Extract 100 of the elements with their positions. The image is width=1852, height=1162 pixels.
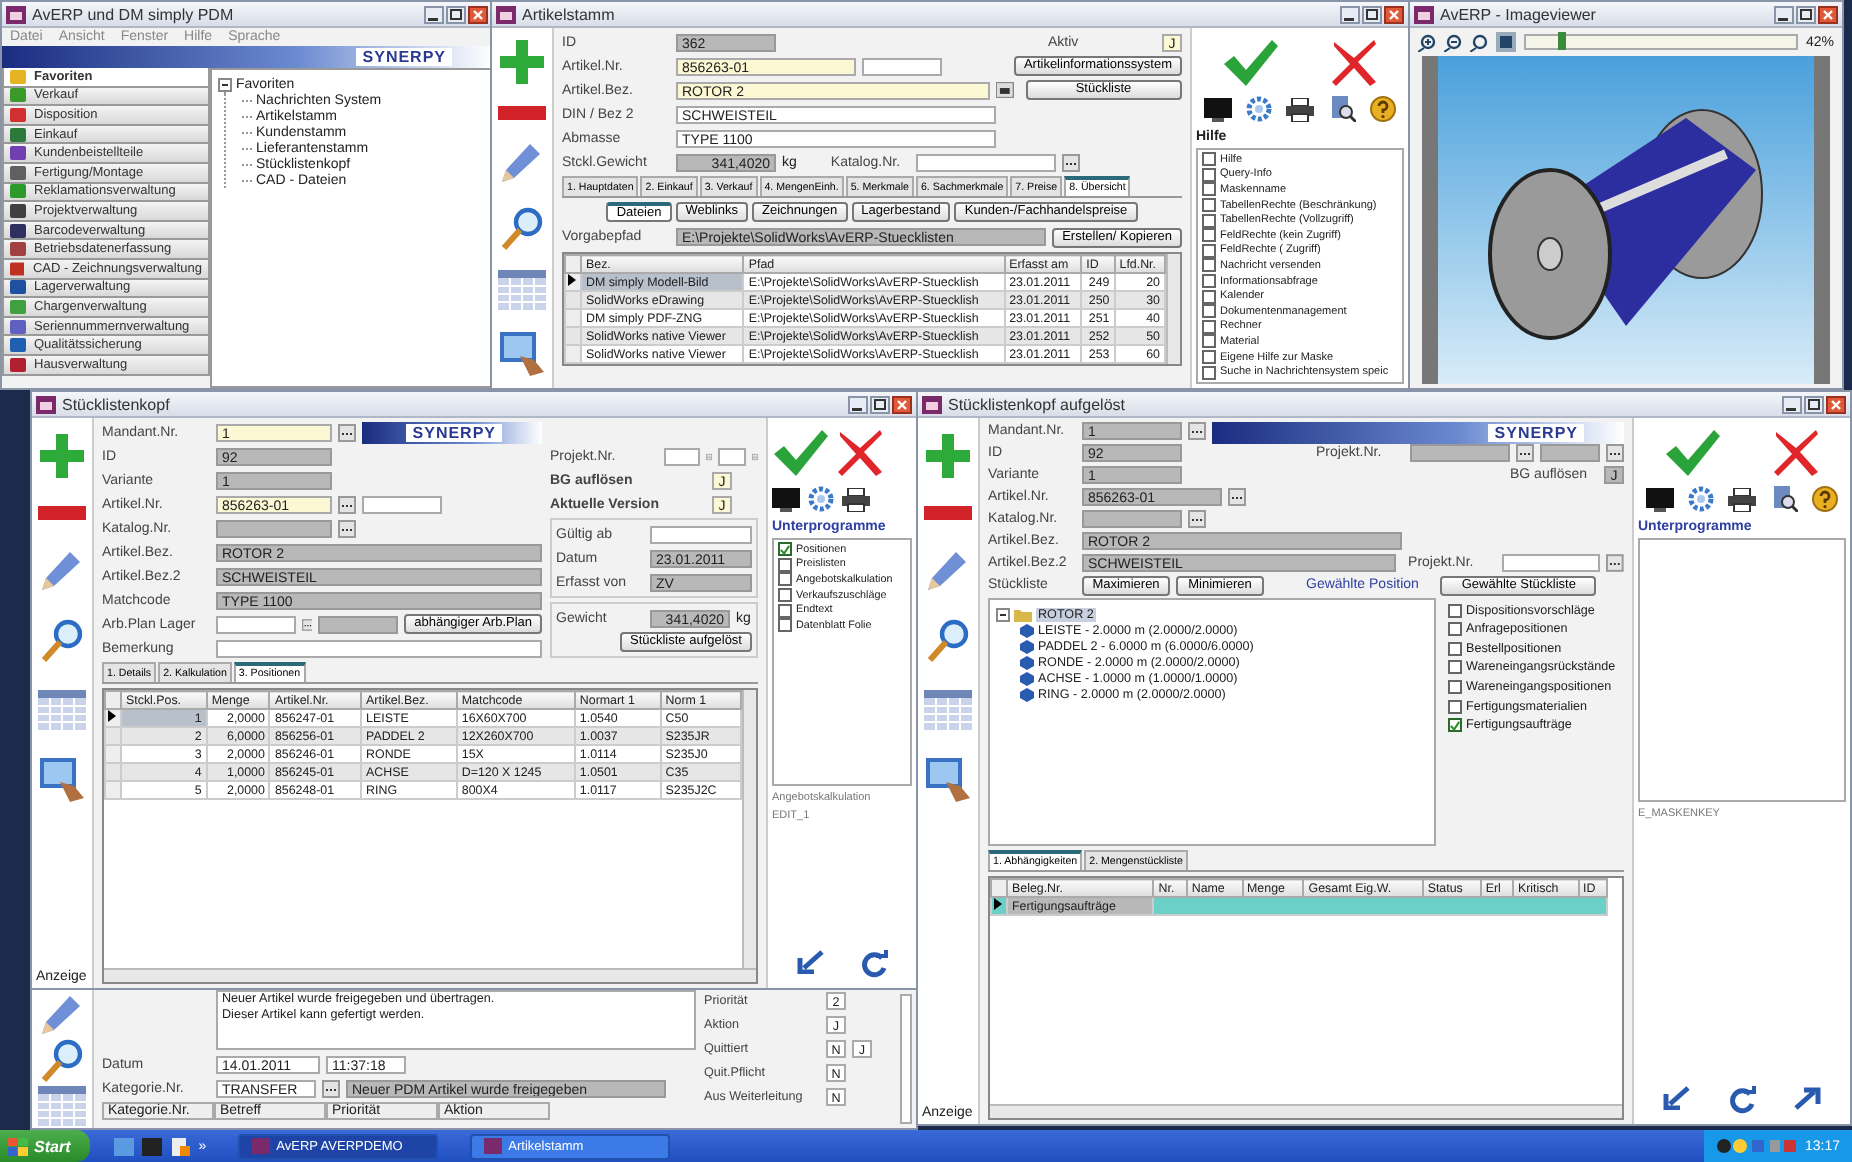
search-icon[interactable] xyxy=(40,1038,84,1083)
maximize-icon[interactable] xyxy=(870,395,890,413)
checkbox[interactable] xyxy=(1202,182,1216,197)
text-field[interactable] xyxy=(650,525,752,543)
minimize-icon[interactable] xyxy=(1782,395,1802,413)
tray-icons[interactable] xyxy=(1716,1138,1797,1154)
gear-icon[interactable] xyxy=(1688,486,1715,512)
lookup-button[interactable] xyxy=(322,1079,340,1097)
text-field[interactable] xyxy=(1540,444,1600,463)
pencil-icon[interactable] xyxy=(40,991,84,1036)
document-icon[interactable] xyxy=(170,1137,191,1155)
checkbox[interactable] xyxy=(1202,319,1216,334)
pencil-icon[interactable] xyxy=(500,140,544,185)
maximize-icon[interactable] xyxy=(1804,395,1824,413)
collapse-icon[interactable] xyxy=(218,77,232,91)
checkbox[interactable] xyxy=(1448,603,1462,618)
text-field[interactable] xyxy=(216,615,296,633)
maximize-icon[interactable] xyxy=(1796,5,1816,23)
minimize-icon[interactable] xyxy=(848,395,868,413)
monitor-hand-icon[interactable] xyxy=(924,756,972,805)
checkbox[interactable] xyxy=(778,603,792,618)
checkbox[interactable] xyxy=(1448,622,1462,637)
checkbox[interactable] xyxy=(778,618,792,633)
close-icon[interactable] xyxy=(1826,395,1846,413)
text-field[interactable] xyxy=(216,519,332,537)
monitor-icon[interactable] xyxy=(772,487,800,511)
zoom-in-icon[interactable] xyxy=(1418,33,1436,51)
lookup-button[interactable] xyxy=(1516,444,1534,463)
close-icon[interactable] xyxy=(468,5,488,23)
maximize-icon[interactable] xyxy=(446,5,466,23)
text-field[interactable] xyxy=(1410,444,1510,463)
pencil-icon[interactable] xyxy=(40,547,84,592)
checkbox[interactable] xyxy=(1202,258,1216,273)
cancel-icon[interactable] xyxy=(1330,38,1378,86)
printer-icon[interactable] xyxy=(1286,97,1315,121)
calendar-icon[interactable] xyxy=(498,269,546,310)
text-field[interactable] xyxy=(216,639,542,657)
calendar-icon[interactable] xyxy=(38,1086,86,1127)
monitor-icon[interactable] xyxy=(1203,97,1232,121)
zoom-icon[interactable] xyxy=(1470,33,1488,51)
search-icon[interactable] xyxy=(40,618,84,663)
scrollbar[interactable] xyxy=(1166,254,1180,364)
checkbox[interactable] xyxy=(778,588,792,603)
back-arrow-icon[interactable] xyxy=(796,950,824,974)
monitor-hand-icon[interactable] xyxy=(38,756,86,805)
help-icon[interactable] xyxy=(1812,486,1839,512)
console-icon[interactable] xyxy=(142,1137,163,1155)
checkbox[interactable] xyxy=(778,557,792,572)
confirm-icon[interactable] xyxy=(1222,38,1278,86)
text-field[interactable] xyxy=(916,153,1057,171)
slider-thumb[interactable] xyxy=(1558,32,1567,50)
close-icon[interactable] xyxy=(1384,5,1404,23)
document-search-icon[interactable] xyxy=(1329,96,1356,122)
zoom-out-icon[interactable] xyxy=(1444,33,1462,51)
search-icon[interactable] xyxy=(926,618,970,663)
calendar-icon[interactable] xyxy=(38,689,86,730)
forward-arrow-icon[interactable] xyxy=(1793,1086,1822,1110)
lookup-button[interactable] xyxy=(1228,488,1246,507)
checkbox[interactable] xyxy=(1448,718,1462,733)
maximize-icon[interactable] xyxy=(1362,5,1382,23)
remove-icon[interactable] xyxy=(498,106,546,121)
minimize-icon[interactable] xyxy=(1774,5,1794,23)
calendar-icon[interactable] xyxy=(924,689,972,730)
start-button[interactable]: Start xyxy=(0,1130,91,1162)
search-icon[interactable] xyxy=(500,205,544,250)
checkbox[interactable] xyxy=(1202,334,1216,349)
printer-icon[interactable] xyxy=(995,82,1013,98)
text-field[interactable] xyxy=(862,57,942,75)
text-field[interactable] xyxy=(1502,554,1601,573)
text-field[interactable] xyxy=(318,615,399,633)
scrollbar[interactable] xyxy=(742,690,756,968)
minimize-icon[interactable] xyxy=(424,5,444,23)
confirm-icon[interactable] xyxy=(772,428,828,476)
checkbox[interactable] xyxy=(1448,641,1462,656)
confirm-icon[interactable] xyxy=(1664,428,1720,476)
text-field[interactable] xyxy=(1082,510,1182,529)
checkbox[interactable] xyxy=(1448,699,1462,714)
lookup-button[interactable] xyxy=(338,495,356,513)
lookup-button[interactable] xyxy=(338,519,356,537)
minimize-icon[interactable] xyxy=(1340,5,1360,23)
cancel-icon[interactable] xyxy=(1772,428,1820,476)
lookup-button[interactable] xyxy=(1606,554,1625,573)
back-arrow-icon[interactable] xyxy=(1662,1086,1691,1110)
close-icon[interactable] xyxy=(1818,5,1838,23)
checkbox[interactable] xyxy=(1448,679,1462,694)
checkbox[interactable] xyxy=(1202,198,1216,213)
printer-icon[interactable] xyxy=(1728,487,1757,511)
remove-icon[interactable] xyxy=(924,506,972,521)
checkbox[interactable] xyxy=(1202,213,1216,228)
checkbox[interactable] xyxy=(1202,243,1216,258)
checkbox[interactable] xyxy=(1202,274,1216,289)
checkbox[interactable] xyxy=(1202,228,1216,243)
lookup-button[interactable] xyxy=(1188,510,1206,529)
document-search-icon[interactable] xyxy=(1771,486,1798,512)
lookup-button[interactable] xyxy=(338,423,356,441)
collapse-icon[interactable] xyxy=(996,607,1010,622)
scrollbar[interactable] xyxy=(990,1104,1622,1118)
checkbox[interactable] xyxy=(1202,167,1216,182)
gear-icon[interactable] xyxy=(1246,96,1273,122)
text-field[interactable] xyxy=(362,495,442,513)
